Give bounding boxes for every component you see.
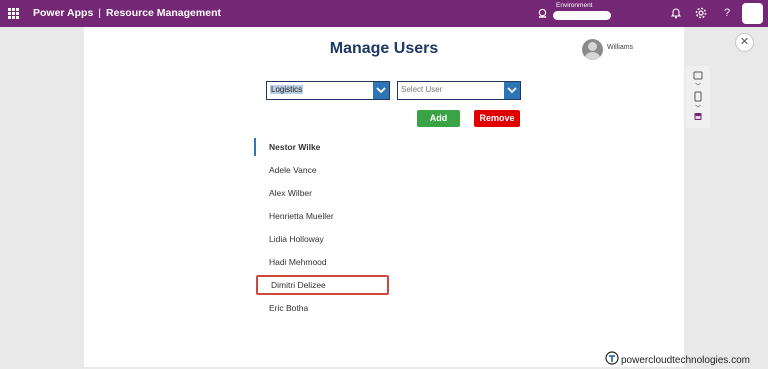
list-item[interactable]: Nestor Wilke — [254, 137, 392, 157]
watermark-logo — [605, 351, 619, 365]
selection-indicator — [254, 138, 256, 156]
watermark-text: powercloudtechnologies.com — [621, 355, 750, 366]
list-item[interactable]: Alex Wilber — [254, 183, 392, 203]
app-subtitle: Resource Management — [106, 7, 221, 19]
list-item[interactable]: Lidia Holloway — [254, 229, 392, 249]
list-item-label: Nestor Wilke — [269, 142, 321, 152]
app-name: Power Apps — [33, 7, 94, 19]
settings-icon[interactable] — [694, 6, 708, 20]
user-dropdown[interactable]: Select User — [397, 81, 521, 100]
app-title: Power Apps | Resource Management — [33, 7, 221, 19]
list-item-label: Eric Botha — [269, 303, 309, 313]
top-bar: Power Apps | Resource Management Environme… — [0, 0, 768, 27]
remove-button[interactable]: Remove — [474, 110, 520, 127]
user-dropdown-placeholder: Select User — [401, 85, 443, 94]
title-separator: | — [98, 7, 102, 19]
list-item[interactable]: Henrietta Mueller — [254, 206, 392, 226]
list-item-label: Lidia Holloway — [269, 234, 324, 244]
waffle-icon[interactable] — [8, 8, 19, 19]
close-icon[interactable]: ✕ — [735, 33, 754, 52]
list-item-label: Henrietta Mueller — [269, 211, 334, 221]
app-canvas: Manage Users Williams Logistics Select U… — [84, 27, 684, 367]
list-item[interactable]: Adele Vance — [254, 160, 392, 180]
chevron-down-icon[interactable] — [373, 82, 389, 99]
current-user-name: Williams — [607, 44, 634, 51]
list-item[interactable]: Dimitri Delizee — [256, 275, 389, 295]
environment-icon[interactable] — [537, 8, 548, 19]
calendar-icon[interactable] — [694, 113, 702, 120]
list-item-label: Hadi Mehmood — [269, 257, 327, 267]
phone-preview-icon[interactable] — [694, 91, 702, 108]
notification-icon[interactable] — [669, 6, 683, 20]
list-item-label: Dimitri Delizee — [271, 280, 326, 290]
user-avatar-icon — [582, 39, 603, 60]
department-dropdown[interactable]: Logistics — [266, 81, 390, 100]
list-item-label: Alex Wilber — [269, 188, 312, 198]
list-item[interactable]: Eric Botha — [254, 298, 392, 318]
tablet-preview-icon[interactable] — [693, 71, 703, 86]
environment-label: Environment — [556, 2, 593, 9]
help-icon[interactable]: ? — [720, 6, 734, 20]
device-preview-rail — [686, 66, 710, 128]
department-dropdown-value: Logistics — [270, 85, 304, 94]
list-item-label: Adele Vance — [269, 165, 317, 175]
list-item[interactable]: Hadi Mehmood — [254, 252, 392, 272]
chevron-down-icon[interactable] — [504, 82, 520, 99]
add-button[interactable]: Add — [417, 110, 460, 127]
environment-selector[interactable] — [553, 11, 611, 20]
account-avatar[interactable] — [742, 3, 763, 24]
